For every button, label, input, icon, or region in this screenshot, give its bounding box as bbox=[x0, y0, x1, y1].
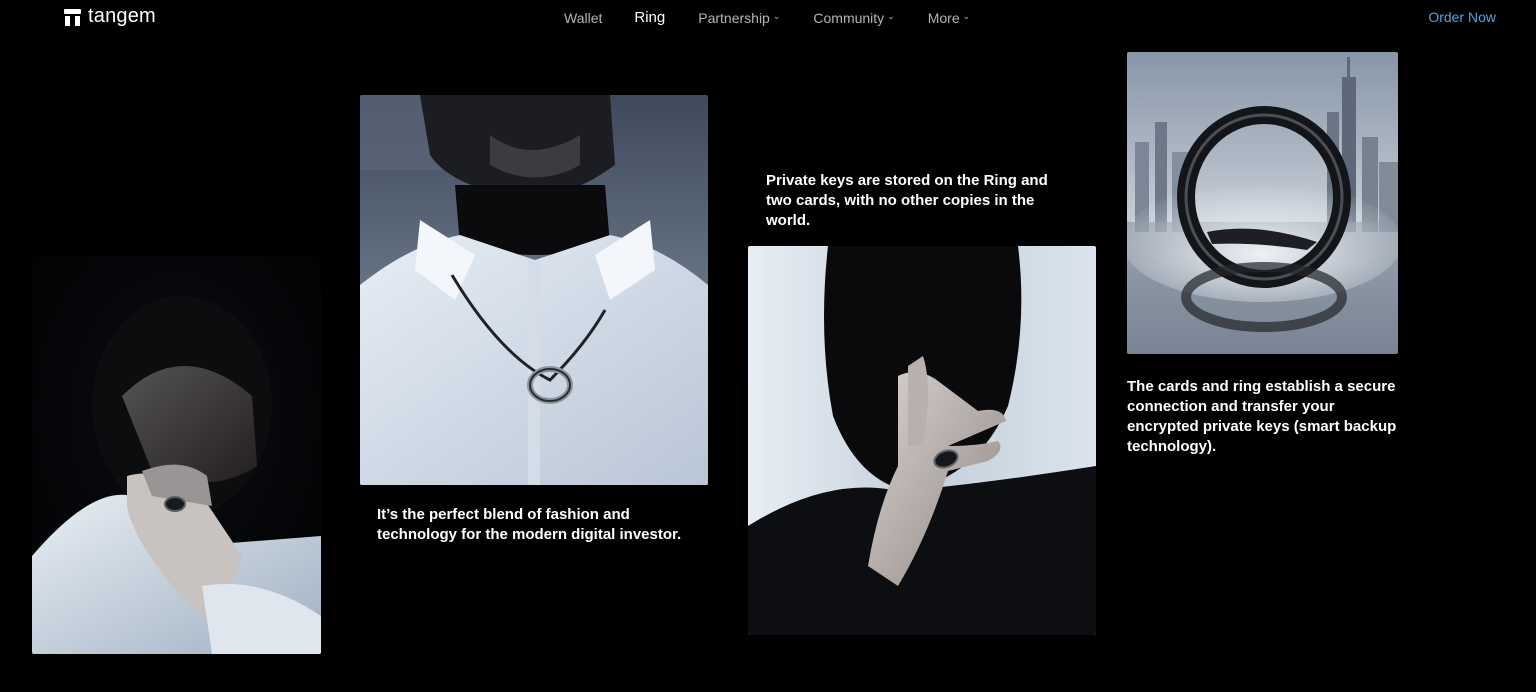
brand-name: tangem bbox=[88, 5, 156, 27]
caption-private-keys: Private keys are stored on the Ring and … bbox=[766, 172, 1048, 229]
photo-ring-city bbox=[1127, 52, 1398, 354]
nav-item-label: Community bbox=[813, 9, 885, 26]
main-nav: Wallet Ring Partnership ⌄ Community ⌄ Mo… bbox=[564, 9, 1003, 26]
nav-item-ring[interactable]: Ring bbox=[634, 9, 665, 26]
nav-item-partnership[interactable]: Partnership ⌄ bbox=[698, 10, 780, 26]
site-header: tangem Wallet Ring Partnership ⌄ Communi… bbox=[0, 0, 1536, 36]
photo-necklace-ring bbox=[360, 95, 708, 485]
tangem-logo-icon bbox=[64, 7, 81, 27]
photo-man-ring-chin bbox=[32, 256, 321, 654]
nav-item-label: Ring bbox=[634, 9, 666, 26]
nav-item-more[interactable]: More ⌄ bbox=[928, 10, 970, 26]
nav-item-community[interactable]: Community ⌄ bbox=[813, 10, 894, 26]
nav-item-label: More bbox=[927, 9, 960, 26]
nav-item-label: Partnership bbox=[698, 9, 770, 26]
chevron-down-icon: ⌄ bbox=[887, 11, 895, 21]
nav-item-label: Wallet bbox=[564, 9, 603, 26]
caption-fashion: It’s the perfect blend of fashion and te… bbox=[377, 506, 682, 543]
chevron-down-icon: ⌄ bbox=[772, 11, 781, 21]
caption-smart-backup: The cards and ring establish a secure co… bbox=[1127, 378, 1397, 455]
chevron-down-icon: ⌄ bbox=[962, 11, 971, 21]
order-now-link[interactable]: Order Now bbox=[1428, 9, 1496, 25]
nav-item-wallet[interactable]: Wallet bbox=[564, 10, 602, 26]
photo-hand-face-ring bbox=[748, 246, 1096, 635]
brand-logo[interactable]: tangem bbox=[64, 5, 156, 28]
